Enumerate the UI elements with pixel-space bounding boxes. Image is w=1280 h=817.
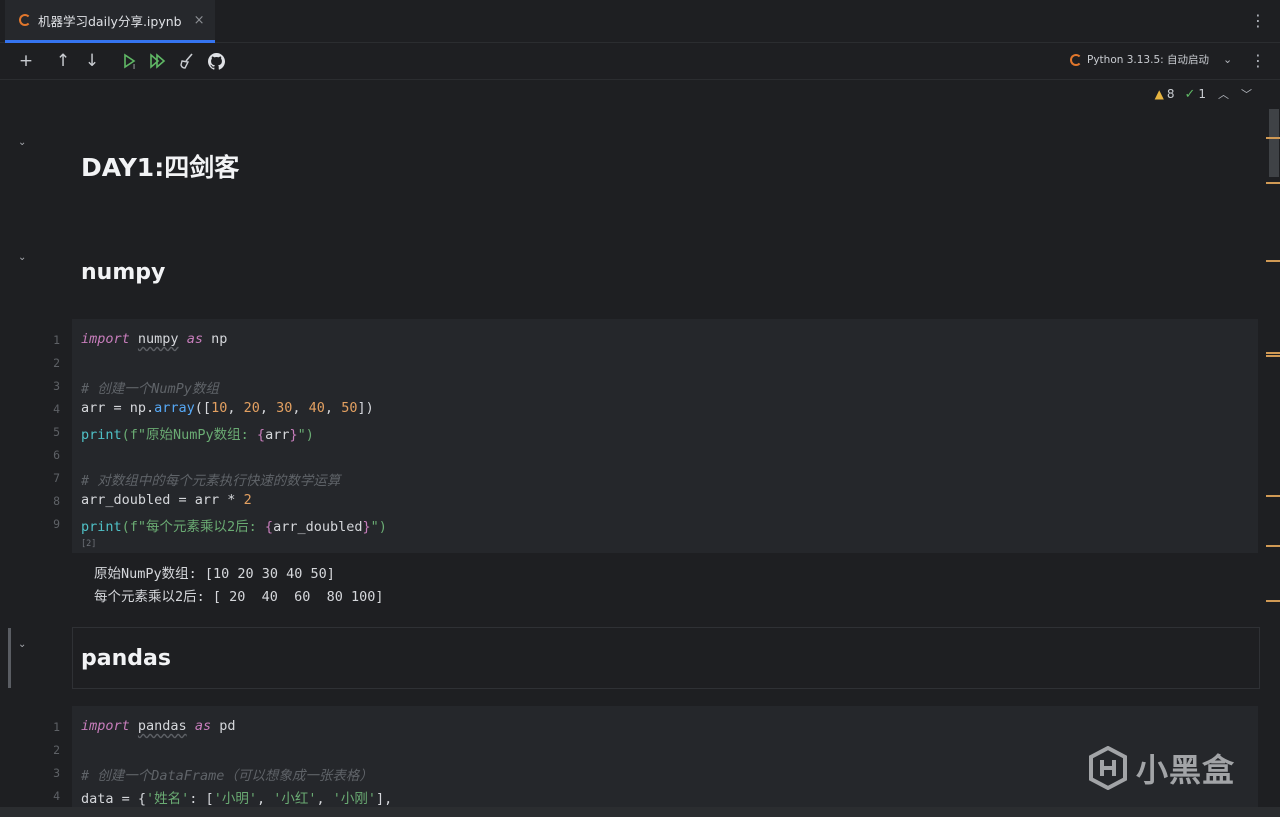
line-number: 4 bbox=[53, 789, 60, 803]
scroll-marker bbox=[1266, 137, 1280, 139]
line-number: 5 bbox=[53, 425, 60, 439]
toolbar-more-icon[interactable]: ⋮ bbox=[1250, 51, 1266, 70]
run-cell-icon[interactable]: I bbox=[118, 49, 142, 73]
markdown-heading-pandas: pandas bbox=[81, 646, 171, 671]
collapse-cell-icon[interactable]: ⌄ bbox=[18, 137, 26, 148]
line-number: 2 bbox=[53, 356, 60, 370]
line-number: 3 bbox=[53, 766, 60, 780]
cell-output-line: 原始NumPy数组: [10 20 30 40 50] bbox=[94, 566, 335, 582]
watermark: 小黑盒 bbox=[1088, 745, 1235, 791]
run-all-icon[interactable] bbox=[146, 49, 170, 73]
line-number: 8 bbox=[53, 494, 60, 508]
code-comment: # 创建一个NumPy数组 bbox=[81, 381, 219, 397]
line-number: 9 bbox=[53, 517, 60, 531]
kernel-label: Python 3.13.5: 自动启动 bbox=[1087, 54, 1210, 66]
markdown-heading-day1: DAY1:四剑客 bbox=[81, 153, 240, 182]
tab-options-icon[interactable]: ⋮ bbox=[1250, 11, 1266, 30]
scroll-marker bbox=[1266, 182, 1280, 184]
github-icon[interactable] bbox=[204, 49, 228, 73]
check-icon: ✓ bbox=[1184, 86, 1196, 102]
ok-count: 1 bbox=[1198, 87, 1206, 101]
scroll-marker bbox=[1266, 545, 1280, 547]
code-line: print(f"原始NumPy数组: {arr}") bbox=[81, 427, 314, 443]
scroll-marker bbox=[1266, 600, 1280, 602]
code-comment: # 创建一个DataFrame（可以想象成一张表格） bbox=[81, 768, 373, 784]
code-line: import pandas as pd bbox=[81, 718, 236, 734]
scroll-marker bbox=[1266, 352, 1280, 354]
clear-outputs-icon[interactable] bbox=[175, 49, 199, 73]
markdown-heading-numpy: numpy bbox=[81, 260, 166, 285]
line-number: 7 bbox=[53, 471, 60, 485]
scrollbar-thumb[interactable] bbox=[1269, 109, 1279, 177]
jupyter-icon bbox=[19, 14, 31, 26]
tab-title: 机器学习daily分享.ipynb bbox=[38, 13, 182, 29]
collapse-cell-icon[interactable]: ⌄ bbox=[18, 639, 26, 650]
next-problem-icon[interactable]: ﹀ bbox=[1241, 86, 1252, 102]
code-cell-pandas-content: 1 2 3 4 import pandas as pd # 创建一个DataFr… bbox=[0, 706, 1260, 807]
line-number: 1 bbox=[53, 720, 60, 734]
collapse-cell-icon[interactable]: ⌄ bbox=[18, 252, 26, 263]
editor-tab-bar: 机器学习daily分享.ipynb × ⋮ bbox=[0, 0, 1280, 43]
kernel-status-icon bbox=[1070, 53, 1082, 66]
markdown-cell-pandas[interactable] bbox=[72, 627, 1260, 689]
line-number: 1 bbox=[53, 333, 60, 347]
svg-text:I: I bbox=[133, 63, 135, 70]
scroll-marker bbox=[1266, 260, 1280, 262]
move-cell-down-button[interactable]: ↓ bbox=[80, 49, 104, 73]
code-line: import numpy as np bbox=[81, 331, 228, 347]
move-cell-up-button[interactable]: ↑ bbox=[51, 49, 75, 73]
cell-output-line: 每个元素乘以2后: [ 20 40 60 80 100] bbox=[94, 589, 384, 605]
status-bar bbox=[0, 807, 1280, 817]
scroll-marker bbox=[1266, 495, 1280, 497]
active-cell-indicator bbox=[8, 628, 11, 688]
line-number: 3 bbox=[53, 379, 60, 393]
notebook-toolbar: + ↑ ↓ I Python 3.13.5: 自动启动 ⌄ ⋮ bbox=[0, 43, 1280, 80]
code-line: data = {'姓名': ['小明', '小红', '小刚'], bbox=[81, 791, 393, 807]
add-cell-button[interactable]: + bbox=[14, 49, 38, 73]
heybox-logo-icon bbox=[1088, 745, 1128, 791]
code-line: arr_doubled = arr * 2 bbox=[81, 492, 252, 508]
line-number: 6 bbox=[53, 448, 60, 462]
scroll-marker bbox=[1266, 355, 1280, 357]
line-number: 4 bbox=[53, 402, 60, 416]
kernel-selector[interactable]: Python 3.13.5: 自动启动 ⌄ bbox=[1070, 52, 1232, 67]
notebook-editor: ▲ 8 ✓ 1 ︿ ﹀ ⌄ DAY1:四剑客 ⌄ numpy 1 2 3 4 5… bbox=[0, 80, 1260, 807]
editor-scrollbar[interactable] bbox=[1260, 80, 1280, 807]
close-tab-icon[interactable]: × bbox=[194, 13, 205, 28]
chevron-down-icon: ⌄ bbox=[1223, 53, 1233, 66]
warning-icon: ▲ bbox=[1154, 87, 1164, 101]
previous-problem-icon[interactable]: ︿ bbox=[1218, 86, 1229, 102]
code-cell-numpy-content: 1 2 3 4 5 6 7 8 9 import numpy as np # 创… bbox=[0, 319, 1260, 553]
code-line: arr = np.array([10, 20, 30, 40, 50]) bbox=[81, 400, 374, 416]
execution-count: [2] bbox=[81, 539, 97, 549]
notebook-tab[interactable]: 机器学习daily分享.ipynb × bbox=[5, 0, 215, 43]
inspection-widget[interactable]: ▲ 8 ✓ 1 ︿ ﹀ bbox=[1155, 86, 1252, 102]
code-line: print(f"每个元素乘以2后: {arr_doubled}") bbox=[81, 519, 387, 535]
watermark-text: 小黑盒 bbox=[1136, 751, 1236, 789]
warning-count: 8 bbox=[1166, 87, 1175, 101]
line-number: 2 bbox=[53, 743, 60, 757]
code-comment: # 对数组中的每个元素执行快速的数学运算 bbox=[81, 473, 341, 489]
